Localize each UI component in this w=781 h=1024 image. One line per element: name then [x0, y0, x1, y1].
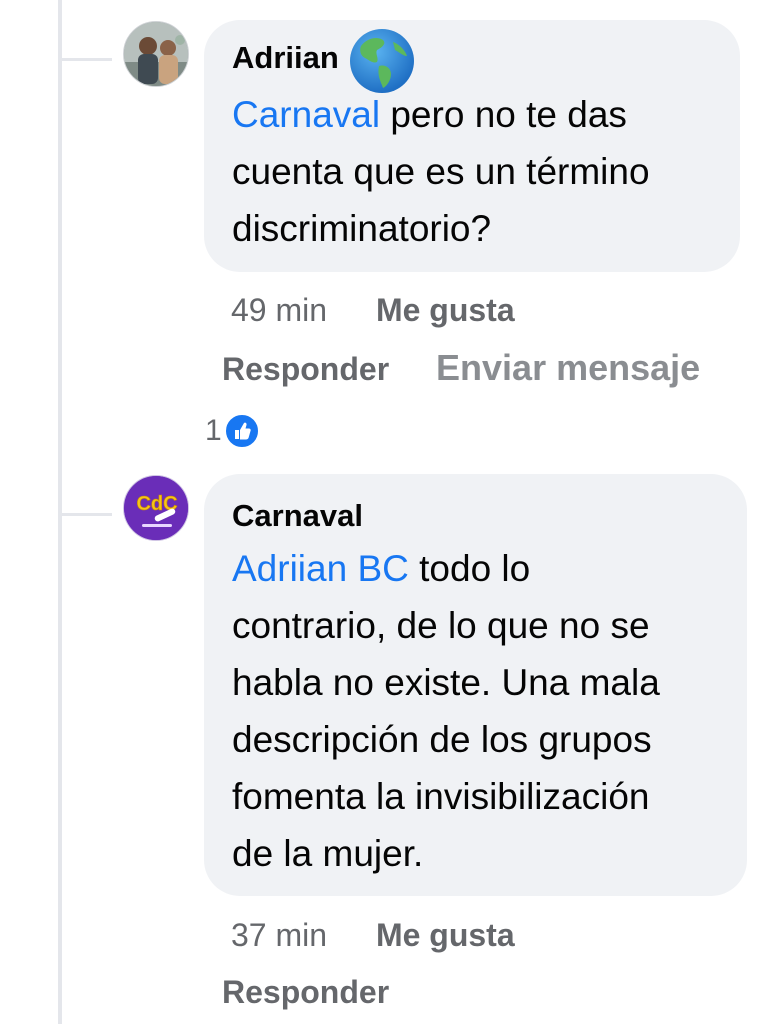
reply-button[interactable]: Responder — [222, 351, 389, 387]
comment-bubble: Carnaval Adriian BC todo lo contrario, d… — [204, 474, 747, 896]
carnaval-logo-icon: CdC — [124, 476, 188, 540]
comment-timestamp[interactable]: 49 min — [231, 292, 327, 328]
comment-meta-row: 49 min Me gusta — [231, 290, 515, 330]
like-button[interactable]: Me gusta — [376, 917, 515, 953]
comment-bubble: Adriian Carnaval pero no te das cuenta q… — [204, 20, 740, 272]
avatar[interactable]: CdC — [123, 475, 189, 541]
comment-author[interactable]: Adriian — [232, 40, 339, 76]
like-thumb-icon — [223, 413, 260, 449]
profile-photo-icon — [124, 22, 188, 86]
thread-branch — [62, 58, 112, 61]
reaction-summary[interactable]: 1 — [205, 413, 260, 449]
comment-meta-row: Responder Enviar mensaje — [222, 348, 700, 389]
thread-line — [58, 0, 62, 1024]
avatar[interactable] — [123, 21, 189, 87]
comment-text: Carnaval pero no te das cuenta que es un… — [232, 94, 650, 249]
like-button[interactable]: Me gusta — [376, 292, 515, 328]
reply-button[interactable]: Responder — [222, 974, 389, 1010]
reaction-count: 1 — [205, 414, 222, 447]
comment-text: Adriian BC todo lo contrario, de lo que … — [232, 548, 660, 874]
thread-branch — [62, 513, 112, 516]
mention-link[interactable]: Adriian BC — [232, 548, 409, 589]
mention-link[interactable]: Carnaval — [232, 94, 380, 135]
comment-timestamp[interactable]: 37 min — [231, 917, 327, 953]
comment-meta-row: Responder — [222, 972, 389, 1012]
send-message-button[interactable]: Enviar mensaje — [436, 347, 700, 388]
earth-globe-americas-icon — [350, 29, 414, 93]
comment-meta-row: 37 min Me gusta — [231, 915, 515, 955]
comment-author[interactable]: Carnaval — [232, 498, 363, 534]
